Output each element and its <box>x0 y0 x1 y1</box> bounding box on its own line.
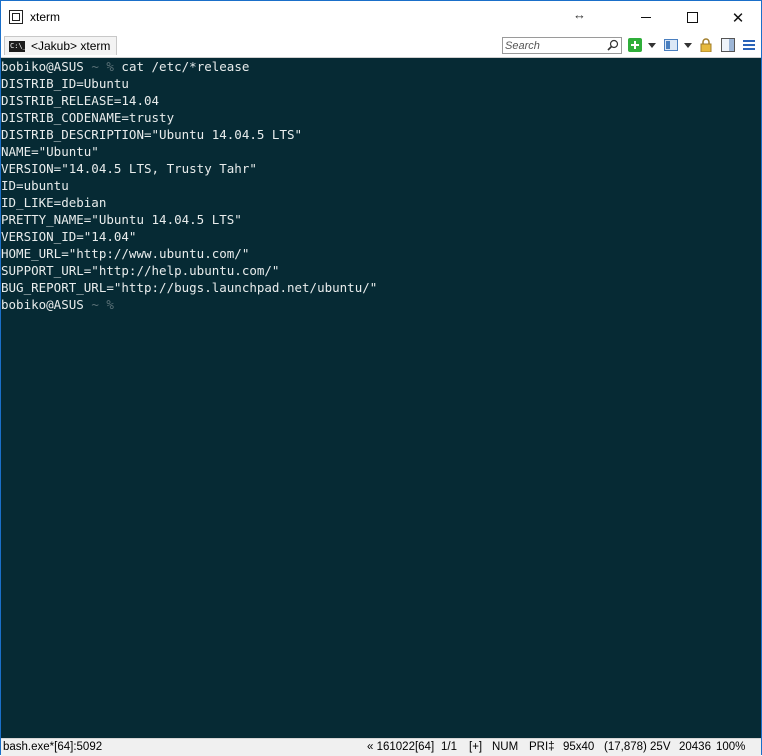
output-line: DISTRIB_RELEASE=14.04 <box>1 93 160 108</box>
output-line: ID=ubuntu <box>1 178 69 193</box>
minimize-icon <box>641 17 651 18</box>
xterm-window: xterm ↔ ✕ C:\_ <Jakub> xterm Search bobi… <box>0 0 762 756</box>
resize-arrows-icon: ↔ <box>573 7 586 22</box>
tab-jakub-xterm[interactable]: C:\_ <Jakub> xterm <box>4 36 118 55</box>
output-line: VERSION_ID="14.04" <box>1 229 137 244</box>
output-line: BUG_REPORT_URL="http://bugs.launchpad.ne… <box>1 280 378 295</box>
terminal-output[interactable]: bobiko@ASUS ~ % cat /etc/*release DISTRI… <box>1 58 761 738</box>
status-page: 1/1 <box>441 741 457 753</box>
status-zoom: 100% <box>716 741 746 753</box>
dropdown-arrow-icon[interactable] <box>683 38 693 52</box>
search-icon[interactable] <box>607 39 619 51</box>
prompt-symbol: % <box>106 59 114 74</box>
lock-icon[interactable] <box>699 38 713 52</box>
search-input[interactable] <box>505 38 605 53</box>
prompt-user: bobiko@ASUS <box>1 297 84 312</box>
output-line: VERSION="14.04.5 LTS, Trusty Tahr" <box>1 161 257 176</box>
console-icon: C:\_ <box>9 40 27 52</box>
status-coords: (17,878) 25V <box>604 741 671 753</box>
dropdown-arrow-icon[interactable] <box>647 38 657 52</box>
text-cursor <box>114 299 121 313</box>
status-size: 95x40 <box>563 741 595 753</box>
output-line: NAME="Ubuntu" <box>1 144 99 159</box>
prompt-line: bobiko@ASUS ~ % <box>1 296 121 313</box>
command-text: cat /etc/*release <box>113 59 250 74</box>
close-icon: ✕ <box>731 9 745 27</box>
output-line: SUPPORT_URL="http://help.ubuntu.com/" <box>1 263 280 278</box>
command-line: bobiko@ASUS ~ % cat /etc/*release <box>1 58 249 75</box>
status-num: NUM <box>492 741 519 753</box>
prompt-user: bobiko@ASUS <box>1 59 84 74</box>
status-plus: [+] <box>469 741 483 753</box>
status-pri[interactable]: PRI‡ <box>529 740 555 755</box>
view-icon[interactable] <box>664 38 678 52</box>
window-title: xterm <box>30 10 60 24</box>
status-build[interactable]: « 161022[64] <box>367 740 434 755</box>
hamburger-menu-icon[interactable] <box>742 38 756 52</box>
prompt-path: ~ <box>83 59 107 74</box>
status-process[interactable]: bash.exe*[64]:5092 <box>3 740 102 755</box>
output-line: DISTRIB_ID=Ubuntu <box>1 76 129 91</box>
tab-toolbar: C:\_ <Jakub> xterm <box>1 34 761 58</box>
close-button[interactable]: ✕ <box>715 1 761 34</box>
minimize-button[interactable] <box>623 1 669 34</box>
maximize-icon <box>686 12 698 23</box>
output-line: PRETTY_NAME="Ubuntu 14.04.5 LTS" <box>1 212 242 227</box>
add-icon[interactable] <box>628 38 642 52</box>
pane-icon[interactable] <box>721 38 735 52</box>
prompt-symbol: % <box>106 297 114 312</box>
status-bar: bash.exe*[64]:5092 « 161022[64] 1/1 [+] … <box>1 738 761 756</box>
search-box[interactable] <box>502 37 622 54</box>
prompt-path: ~ <box>83 297 107 312</box>
output-line: HOME_URL="http://www.ubuntu.com/" <box>1 246 250 261</box>
title-bar[interactable]: xterm ↔ ✕ <box>1 1 761 34</box>
output-line: ID_LIKE=debian <box>1 195 107 210</box>
output-line: DISTRIB_CODENAME=trusty <box>1 110 175 125</box>
status-mem: 20436 <box>679 741 711 753</box>
maximize-button[interactable] <box>669 1 715 34</box>
app-icon[interactable] <box>9 10 23 24</box>
tab-label: <Jakub> xterm <box>31 39 111 53</box>
output-line: DISTRIB_DESCRIPTION="Ubuntu 14.04.5 LTS" <box>1 127 303 142</box>
